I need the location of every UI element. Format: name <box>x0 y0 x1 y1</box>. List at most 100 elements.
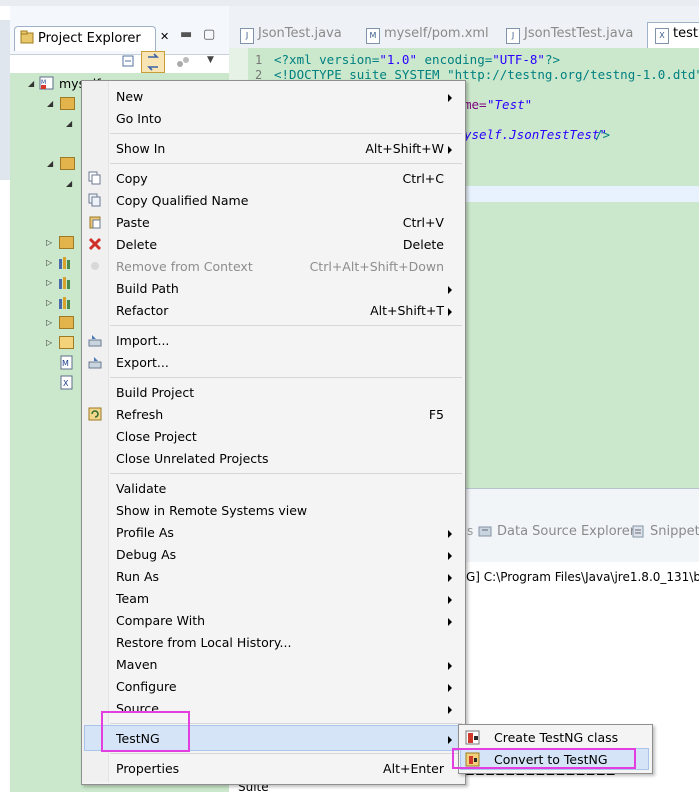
code-fragment-value: "Test" <box>487 97 533 112</box>
submenu-arrow-icon <box>448 552 452 560</box>
code-token: <?xml version= <box>274 52 380 67</box>
collapse-icon[interactable]: ▷ <box>46 278 52 287</box>
folder-icon <box>59 316 74 329</box>
menu-item-label: Restore from Local History... <box>116 635 292 650</box>
menu-item-label: Close Project <box>116 429 197 444</box>
snippets-icon <box>632 525 644 538</box>
editor-tab-testng[interactable]: testr <box>673 26 699 41</box>
menu-item-label: Validate <box>116 481 167 496</box>
code-fragment-close: /> <box>595 127 611 142</box>
menu-item-shortcut: Alt+Shift+W <box>365 141 444 156</box>
tab-snippets[interactable]: Snippets <box>650 524 699 539</box>
collapse-icon[interactable]: ▷ <box>46 298 52 307</box>
minimize-icon[interactable]: ▬ <box>180 27 192 42</box>
menu-item-label: Maven <box>116 657 158 672</box>
svg-text:X: X <box>63 379 69 388</box>
expand-icon[interactable]: ◢ <box>66 179 72 188</box>
menu-item-label: Show in Remote Systems view <box>116 503 308 518</box>
submenu-arrow-icon <box>448 706 452 714</box>
editor-tab-jsontesttest[interactable]: JsonTestTest.java <box>524 26 633 41</box>
menu-item-label: Remove from Context <box>116 259 253 274</box>
menu-item-label: Import... <box>116 333 170 348</box>
menu-separator <box>110 163 462 164</box>
editor-tab-jsontest[interactable]: JsonTest.java <box>258 26 342 41</box>
xml-file-icon: X <box>60 375 73 390</box>
java-file-icon: J <box>506 28 520 44</box>
view-menu-icon[interactable]: ▼ <box>207 55 214 65</box>
refresh-icon <box>88 407 102 421</box>
menu-item-label: Paste <box>116 215 150 230</box>
menu-separator <box>110 377 462 378</box>
code-fragment-attr: me= <box>464 97 487 112</box>
editor-tab-pom[interactable]: myself/pom.xml <box>384 26 489 41</box>
submenu-arrow-icon <box>448 530 452 538</box>
delete-icon <box>88 237 102 251</box>
expand-icon[interactable]: ◢ <box>47 159 53 168</box>
collapse-icon[interactable]: ▷ <box>46 318 52 327</box>
menu-item-label: Compare With <box>116 613 206 628</box>
link-with-editor-icon[interactable] <box>141 51 165 73</box>
tab-data-source-explorer[interactable]: Data Source Explorer <box>497 524 635 539</box>
data-source-explorer-icon <box>478 526 492 537</box>
menu-item-label: Profile As <box>116 525 174 540</box>
submenu-arrow-icon <box>448 146 452 154</box>
menu-item-shortcut: Alt+Shift+T <box>370 303 444 318</box>
expand-icon[interactable]: ◢ <box>47 99 53 108</box>
menu-item-shortcut: Ctrl+Alt+Shift+Down <box>309 259 444 274</box>
line-number: 1 <box>255 53 263 67</box>
menu-separator <box>110 133 462 134</box>
submenu-arrow-icon <box>448 286 452 294</box>
submenu-arrow-icon <box>448 308 452 316</box>
code-fragment-class: yself.JsonTestTest" <box>464 127 607 142</box>
menu-item-label: Go Into <box>116 111 162 126</box>
package-folder-icon <box>59 236 74 249</box>
menu-separator <box>110 473 462 474</box>
pom-file-icon: M <box>60 355 73 370</box>
folder-icon <box>59 336 74 349</box>
xml-file-icon: X <box>655 28 669 44</box>
menu-item-label: Export... <box>116 355 169 370</box>
code-line-1: <?xml version="1.0" encoding="UTF-8"?> <box>274 52 560 67</box>
code-token: "1.0" <box>379 52 417 67</box>
submenu-arrow-icon <box>448 596 452 604</box>
package-folder-icon <box>60 97 75 110</box>
project-explorer-icon <box>20 30 34 44</box>
import-icon <box>88 335 102 347</box>
menu-separator <box>110 325 462 326</box>
svg-text:M: M <box>41 79 46 86</box>
menu-separator <box>110 753 462 754</box>
code-token: "UTF-8" <box>492 52 545 67</box>
submenu-arrow-icon <box>448 662 452 670</box>
menu-item-label: Delete <box>116 237 158 252</box>
library-icon <box>59 297 70 309</box>
collapse-icon[interactable]: ▷ <box>46 338 52 347</box>
menu-item-shortcut: Ctrl+C <box>402 171 444 186</box>
menu-item-shortcut: Alt+Enter <box>383 761 444 776</box>
left-trim-strip <box>0 20 10 180</box>
create-testng-class-item[interactable]: Create TestNG class <box>494 730 618 745</box>
close-icon[interactable]: ✕ <box>160 30 169 43</box>
menu-item-label: Refresh <box>116 407 164 422</box>
project-explorer-title: Project Explorer <box>38 31 141 46</box>
copy-icon <box>88 171 101 185</box>
menu-item-shortcut: Delete <box>402 237 444 252</box>
focus-icon[interactable] <box>175 55 191 69</box>
submenu-arrow-icon <box>448 736 452 744</box>
java-file-icon: J <box>240 28 254 44</box>
menu-item-label: Team <box>116 591 150 606</box>
menu-item-shortcut: Ctrl+V <box>402 215 444 230</box>
expand-icon[interactable]: ◢ <box>28 79 34 88</box>
maven-project-icon: M <box>39 76 54 90</box>
menu-item-label: Copy <box>116 171 148 186</box>
expand-icon[interactable]: ◢ <box>66 119 72 128</box>
copy-qualified-name-icon <box>88 193 101 207</box>
collapse-icon[interactable]: ▷ <box>46 238 52 247</box>
menu-item-label: Properties <box>116 761 180 776</box>
paste-icon <box>89 216 101 229</box>
menu-item-label: Debug As <box>116 547 177 562</box>
menu-item-label: Refactor <box>116 303 169 318</box>
maximize-icon[interactable]: ▢ <box>203 27 215 42</box>
menu-item-label: Copy Qualified Name <box>116 193 249 208</box>
collapse-icon[interactable]: ▷ <box>46 258 52 267</box>
collapse-all-icon[interactable] <box>122 55 136 69</box>
